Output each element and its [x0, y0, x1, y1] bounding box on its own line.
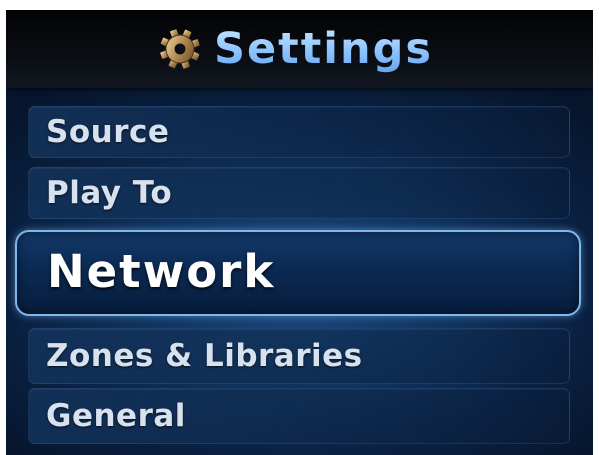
- menu-item-label: Network: [47, 245, 276, 298]
- menu-item-network[interactable]: Network: [15, 230, 581, 316]
- menu-item-general[interactable]: General: [28, 388, 570, 444]
- page-title: Settings: [214, 20, 433, 78]
- header-bar: Settings: [6, 10, 593, 88]
- menu-item-zones-libraries[interactable]: Zones & Libraries: [28, 328, 570, 384]
- gear-icon: [160, 29, 200, 69]
- menu-item-label: Source: [46, 114, 170, 150]
- menu-item-source[interactable]: Source: [28, 106, 570, 158]
- menu-item-play-to[interactable]: Play To: [28, 167, 570, 219]
- menu-item-label: Play To: [46, 175, 173, 211]
- menu-item-label: Zones & Libraries: [46, 338, 363, 374]
- settings-screen: Settings Source Play To Network Zones & …: [6, 10, 593, 455]
- menu-item-label: General: [46, 398, 186, 434]
